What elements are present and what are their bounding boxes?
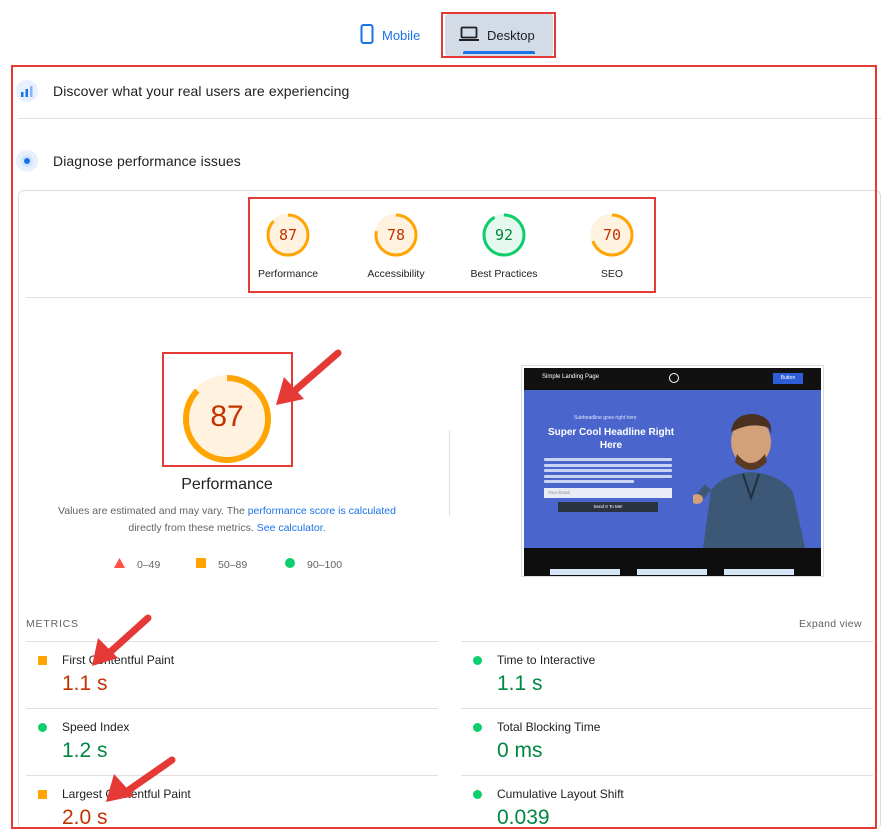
- score-note: Values are estimated and may vary. The p…: [40, 503, 414, 537]
- legend-pass: 90–100: [285, 558, 342, 571]
- crux-icon: [16, 80, 38, 102]
- section-field-data[interactable]: Discover what your real users are experi…: [16, 78, 349, 104]
- pass-circle-icon: [473, 790, 482, 799]
- preview-brand: Simple Landing Page: [542, 374, 600, 380]
- legend-range: 0–49: [137, 558, 161, 571]
- tab-desktop-label: Desktop: [487, 27, 535, 43]
- lighthouse-icon: [16, 150, 38, 172]
- average-square-icon: [38, 790, 47, 799]
- performance-gauge-large: 87: [182, 374, 272, 464]
- performance-score-link[interactable]: performance score is calculated: [248, 505, 396, 517]
- see-calculator-link[interactable]: See calculator.: [257, 522, 326, 534]
- metric-name: Speed Index: [62, 720, 130, 734]
- legend-range: 50–89: [218, 558, 248, 571]
- triangle-icon: [114, 558, 125, 571]
- expand-view-toggle[interactable]: Expand view: [799, 618, 862, 630]
- metric-value: 0 ms: [497, 739, 543, 762]
- divider: [26, 297, 872, 298]
- performance-score: 87: [210, 400, 244, 433]
- gauge-ring: 87: [265, 212, 311, 258]
- gauge-label: Performance: [257, 268, 319, 280]
- preview-card: [637, 569, 707, 575]
- note-text: Values are estimated and may vary. The: [58, 505, 248, 517]
- gauge-seo[interactable]: 70 SEO: [562, 212, 662, 280]
- tab-desktop[interactable]: Desktop: [445, 14, 553, 56]
- gauge-performance[interactable]: 87 Performance: [238, 212, 338, 280]
- metric-value: 1.2 s: [62, 739, 108, 762]
- gauge-ring: 92: [481, 212, 527, 258]
- pass-circle-icon: [473, 723, 482, 732]
- pass-circle-icon: [38, 723, 47, 732]
- preview-card: [724, 569, 794, 575]
- legend-average: 50–89: [196, 558, 247, 571]
- metric-lcp: Largest Contentful Paint 2.0 s: [26, 775, 438, 833]
- divider: [18, 118, 881, 119]
- metric-tbt: Total Blocking Time 0 ms: [461, 708, 873, 775]
- metric-name: Cumulative Layout Shift: [497, 787, 624, 801]
- gauge-best-practices[interactable]: 92 Best Practices: [454, 212, 554, 280]
- square-icon: [196, 558, 206, 571]
- metric-name: Largest Contentful Paint: [62, 787, 191, 801]
- gauge-label: SEO: [600, 268, 624, 280]
- active-tab-indicator: [463, 51, 535, 54]
- preview-body-text: [544, 458, 672, 486]
- metric-value: 1.1 s: [497, 672, 543, 695]
- metric-speed-index: Speed Index 1.2 s: [26, 708, 438, 775]
- metric-name: First Contentful Paint: [62, 653, 175, 667]
- preview-card: [550, 569, 620, 575]
- preview-nav-button: Button: [773, 373, 803, 384]
- phone-icon: [360, 23, 374, 47]
- circle-icon: [285, 558, 295, 571]
- preview-cta-button: Send It To Me!: [558, 502, 658, 512]
- tab-mobile-label: Mobile: [382, 27, 421, 43]
- laptop-icon: [459, 26, 479, 45]
- preview-hero: Subheadline goes right here Super Cool H…: [524, 390, 821, 548]
- section-label: Diagnose performance issues: [53, 153, 241, 169]
- note-text: directly from these metrics.: [128, 522, 257, 534]
- preview-subheadline: Subheadline goes right here: [574, 415, 637, 421]
- performance-title: Performance: [181, 476, 273, 493]
- gauge-accessibility[interactable]: 78 Accessibility: [346, 212, 446, 280]
- tab-mobile[interactable]: Mobile: [360, 22, 420, 48]
- preview-navbar: Simple Landing Page Button: [524, 368, 821, 390]
- gauge-ring: 78: [373, 212, 419, 258]
- preview-logo-icon: [669, 373, 679, 383]
- average-square-icon: [38, 656, 47, 665]
- section-lab-data[interactable]: Diagnose performance issues: [16, 148, 241, 174]
- metric-value: 2.0 s: [62, 806, 108, 829]
- legend-fail: 0–49: [114, 558, 160, 571]
- preview-headline: Super Cool Headline Right Here: [547, 427, 675, 451]
- gauge-score: 70: [602, 226, 622, 244]
- metric-name: Time to Interactive: [497, 653, 596, 667]
- gauge-label: Best Practices: [470, 268, 538, 280]
- vertical-divider: [449, 430, 450, 516]
- page-screenshot: Simple Landing Page Button Subheadline g…: [521, 365, 824, 577]
- metric-name: Total Blocking Time: [497, 720, 601, 734]
- preview-email-field: Your Email: [544, 488, 672, 498]
- pass-circle-icon: [473, 656, 482, 665]
- gauge-score: 92: [494, 226, 514, 244]
- metric-cls: Cumulative Layout Shift 0.039: [461, 775, 873, 833]
- metric-tti: Time to Interactive 1.1 s: [461, 641, 873, 708]
- metrics-heading: METRICS: [26, 618, 79, 630]
- legend-range: 90–100: [307, 558, 343, 571]
- gauge-label: Accessibility: [367, 268, 425, 280]
- gauge-score: 78: [386, 226, 406, 244]
- section-label: Discover what your real users are experi…: [53, 83, 350, 99]
- preview-person-image: [693, 414, 805, 548]
- metric-value: 1.1 s: [62, 672, 108, 695]
- metric-value: 0.039: [497, 806, 550, 829]
- gauge-score: 87: [278, 226, 298, 244]
- gauge-ring: 70: [589, 212, 635, 258]
- metric-fcp: First Contentful Paint 1.1 s: [26, 641, 438, 708]
